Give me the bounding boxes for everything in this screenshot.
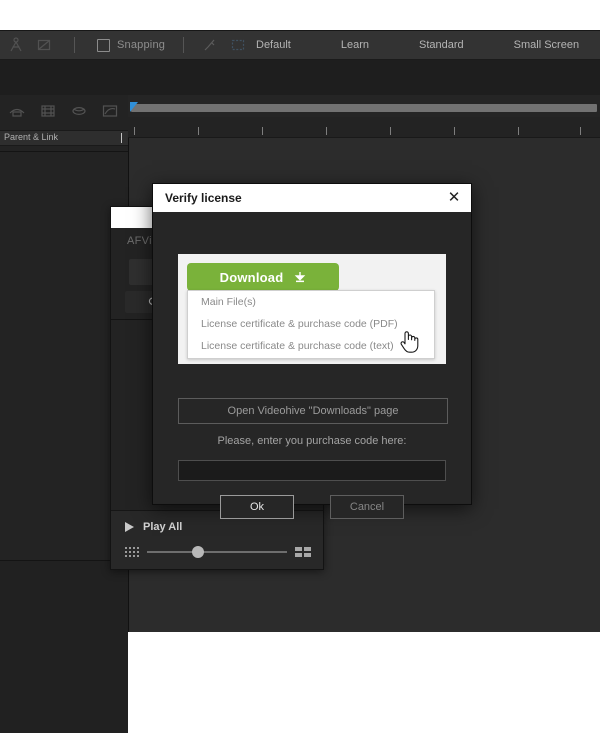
pen-tool-icon[interactable] bbox=[202, 37, 218, 53]
ruler-tick bbox=[134, 127, 135, 135]
shy-layers-icon[interactable] bbox=[8, 103, 26, 119]
menu-item-license-text[interactable]: License certificate & purchase code (tex… bbox=[188, 335, 434, 357]
parent-link-header: Parent & Link bbox=[0, 130, 128, 146]
timeline-switches bbox=[8, 103, 119, 119]
frame-blending-icon[interactable] bbox=[39, 103, 57, 119]
layer-column-divider bbox=[0, 151, 128, 152]
play-all-label: Play All bbox=[143, 521, 183, 533]
purchase-code-label: Please, enter you purchase code here: bbox=[217, 435, 407, 447]
download-panel: Download Main File(s) License certificat… bbox=[178, 254, 446, 364]
afvi-panel-title: AFVi bbox=[127, 235, 152, 247]
thumbnail-size-row bbox=[125, 544, 311, 560]
workspace-tab-default[interactable]: Default bbox=[242, 31, 305, 59]
puppet-pin-tool-icon[interactable] bbox=[8, 37, 24, 53]
grid-small-icon[interactable] bbox=[125, 547, 139, 557]
application-window: Snapping Default Learn Standard Small Sc… bbox=[0, 0, 600, 733]
ok-button[interactable]: Ok bbox=[220, 495, 294, 519]
ruler-tick bbox=[390, 127, 391, 135]
download-dropdown-menu: Main File(s) License certificate & purch… bbox=[187, 290, 435, 359]
dialog-titlebar[interactable]: Verify license ✕ bbox=[153, 184, 471, 212]
menu-bar bbox=[0, 0, 600, 31]
snapping-checkbox[interactable] bbox=[97, 38, 110, 52]
menu-item-license-pdf[interactable]: License certificate & purchase code (PDF… bbox=[188, 313, 434, 335]
ruler-tick bbox=[198, 127, 199, 135]
ruler-tick bbox=[518, 127, 519, 135]
ruler-tick bbox=[580, 127, 581, 135]
download-button[interactable]: Download bbox=[187, 263, 339, 291]
close-icon[interactable]: ✕ bbox=[445, 189, 463, 207]
workspace-tab-small-screen[interactable]: Small Screen bbox=[500, 31, 593, 59]
slider-knob[interactable] bbox=[191, 546, 204, 558]
ruler-tick bbox=[454, 127, 455, 135]
motion-blur-icon[interactable] bbox=[70, 103, 88, 119]
download-arrow-icon bbox=[295, 272, 306, 283]
timeline-scrollbar[interactable] bbox=[131, 104, 597, 112]
dialog-body: Download Main File(s) License certificat… bbox=[153, 212, 471, 519]
play-all-control[interactable]: Play All bbox=[125, 521, 182, 533]
workspace-tab-standard[interactable]: Standard bbox=[405, 31, 478, 59]
toolbar-divider-2 bbox=[183, 37, 185, 53]
snapping-toggle[interactable]: Snapping bbox=[97, 38, 166, 52]
thumbnail-size-slider[interactable] bbox=[147, 546, 287, 558]
ruler-tick bbox=[326, 127, 327, 135]
parent-link-label: Parent & Link bbox=[4, 132, 59, 142]
cancel-button[interactable]: Cancel bbox=[330, 495, 404, 519]
dialog-title: Verify license bbox=[165, 191, 242, 205]
play-icon[interactable] bbox=[125, 522, 134, 532]
workspace-tabs: Default Learn Standard Small Screen bbox=[222, 31, 600, 59]
ruler-tick bbox=[262, 127, 263, 135]
toolbar-divider bbox=[74, 37, 75, 53]
dialog-actions: Ok Cancel bbox=[153, 495, 471, 519]
graph-editor-icon[interactable] bbox=[101, 103, 119, 119]
grid-large-icon[interactable] bbox=[295, 547, 311, 557]
composition-viewer-band bbox=[0, 60, 600, 95]
layer-column-lower bbox=[0, 560, 128, 733]
purchase-code-input[interactable] bbox=[178, 460, 446, 481]
menu-item-main-files[interactable]: Main File(s) bbox=[188, 291, 434, 313]
verify-license-dialog: Verify license ✕ Download Main File(s) L… bbox=[152, 183, 472, 519]
snapping-label: Snapping bbox=[117, 39, 166, 51]
open-downloads-page-button[interactable]: Open Videohive "Downloads" page bbox=[178, 398, 448, 424]
shape-tool-icon[interactable] bbox=[36, 37, 52, 53]
download-button-label: Download bbox=[219, 269, 284, 285]
timeline-ruler[interactable] bbox=[128, 117, 600, 138]
workspace-tab-learn[interactable]: Learn bbox=[327, 31, 383, 59]
parent-link-cursor bbox=[121, 133, 122, 143]
timeline-layer-column: Parent & Link bbox=[0, 95, 128, 733]
